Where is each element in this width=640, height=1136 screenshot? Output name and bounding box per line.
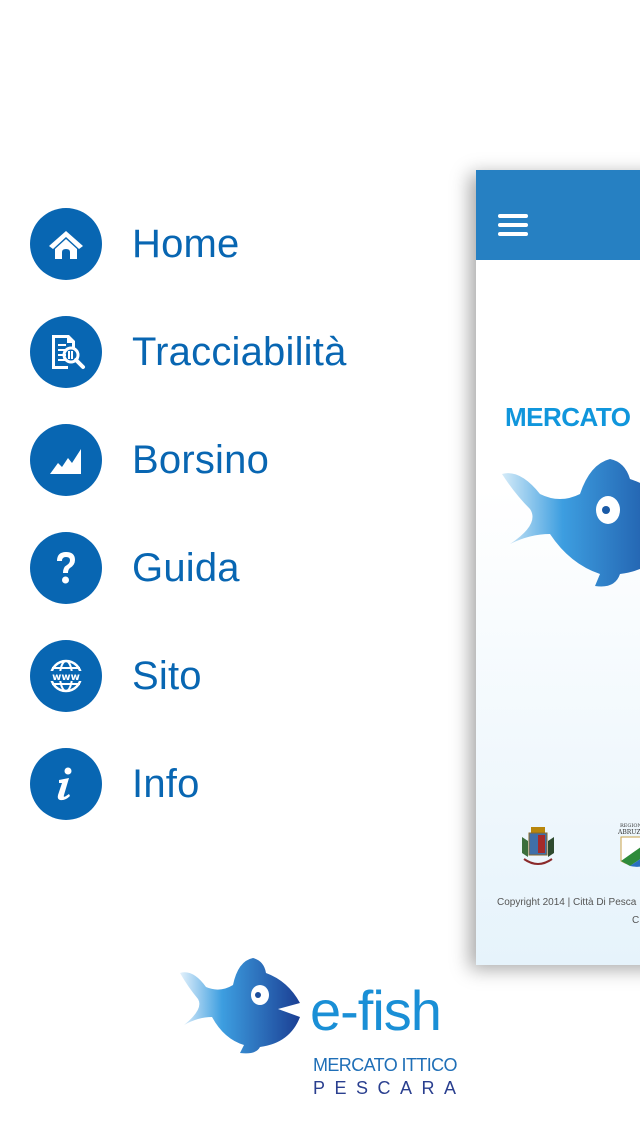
menu-item-info[interactable]: Info <box>30 748 430 820</box>
menu-item-borsino[interactable]: Borsino <box>30 424 430 496</box>
region-abruzzo-logo-icon: REGIONE ABRUZ <box>618 823 640 867</box>
main-content-panel[interactable]: MERCATO REGIONE ABRUZ Copyright 2014 | C… <box>476 170 640 965</box>
menu-item-guida[interactable]: Guida <box>30 532 430 604</box>
svg-text:www: www <box>52 672 80 683</box>
menu-label: Sito <box>132 653 202 698</box>
menu-item-sito[interactable]: www Sito <box>30 640 430 712</box>
menu-label: Info <box>132 761 200 806</box>
menu-label: Borsino <box>132 437 270 482</box>
efish-brand-logo: e-fish MERCATO ITTICO PESCARA <box>178 955 478 1105</box>
menu-item-tracciabilita[interactable]: Tracciabilità <box>30 316 430 388</box>
question-icon <box>30 532 102 604</box>
menu-label: Guida <box>132 545 240 590</box>
copyright-text-line2: C <box>632 915 640 926</box>
menu-item-home[interactable]: Home <box>30 208 430 280</box>
app-header <box>476 170 640 260</box>
menu-label: Home <box>132 221 240 266</box>
info-icon <box>30 748 102 820</box>
copyright-text: Copyright 2014 | Città Di Pesca <box>497 897 637 908</box>
document-search-icon <box>30 316 102 388</box>
www-globe-icon: www <box>30 640 102 712</box>
svg-text:ABRUZ: ABRUZ <box>618 829 640 836</box>
fish-logo-icon <box>502 459 640 587</box>
fish-logo-icon <box>180 958 300 1054</box>
brand-city: PESCARA <box>313 1078 466 1098</box>
brand-name: e-fish <box>310 979 442 1042</box>
city-crest-icon <box>522 827 554 865</box>
menu-label: Tracciabilità <box>132 329 347 374</box>
hamburger-menu-icon[interactable] <box>498 214 530 238</box>
chart-icon <box>30 424 102 496</box>
brand-subtitle: MERCATO ITTICO <box>313 1055 458 1075</box>
home-icon <box>30 208 102 280</box>
panel-title: MERCATO <box>505 402 631 432</box>
